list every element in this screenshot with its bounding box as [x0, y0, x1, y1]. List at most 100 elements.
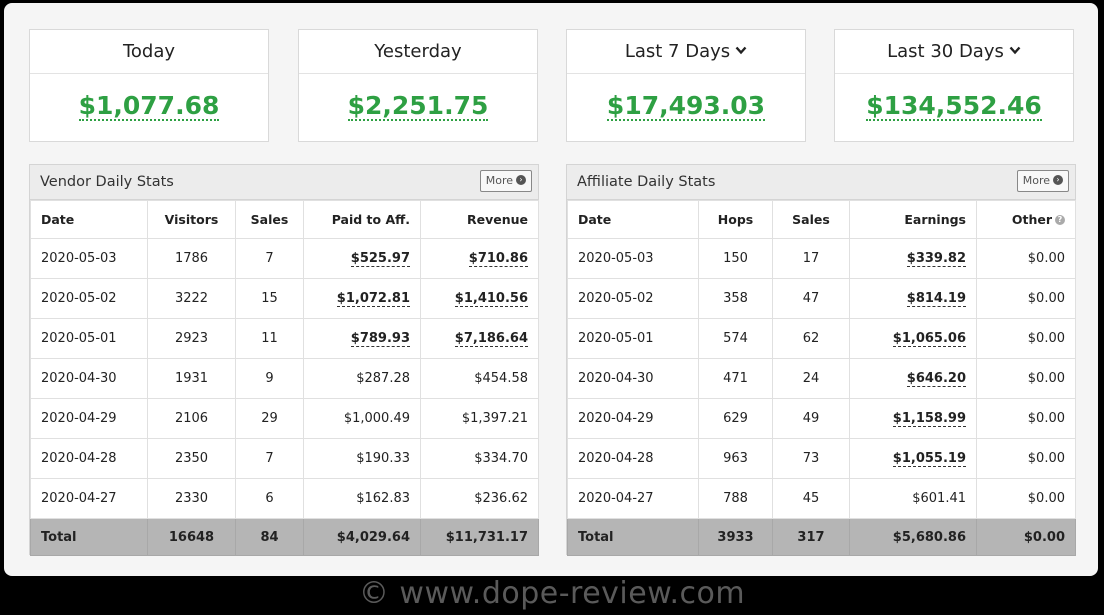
table-cell: $1,158.99	[849, 398, 977, 439]
table-row: 2020-04-30 1931 9 $287.28 $454.58	[30, 358, 539, 399]
table-cell: 9	[235, 358, 304, 399]
affiliate-stats-table: Date Hops Sales Earnings Other? 2020-05-03 15…	[567, 200, 1076, 556]
card-value[interactable]: $17,493.03	[606, 93, 766, 121]
card-label-dropdown[interactable]: Last 7 Days	[567, 30, 805, 74]
amount-link[interactable]: $7,186.64	[454, 331, 528, 347]
table-row: 2020-04-30 471 24 $646.20 $0.00	[567, 358, 1076, 399]
table-row: 2020-05-03 150 17 $339.82 $0.00	[567, 238, 1076, 279]
table-cell: $0.00	[976, 358, 1076, 399]
table-cell: 73	[772, 438, 850, 479]
table-cell: 29	[235, 398, 304, 439]
amount-link[interactable]: $789.93	[350, 331, 410, 347]
chevron-down-icon[interactable]	[735, 46, 747, 55]
amount-link[interactable]: $525.97	[350, 251, 410, 267]
table-cell: 2020-04-28	[30, 438, 148, 479]
table-cell: 358	[698, 278, 773, 319]
column-header: Earnings	[849, 200, 977, 239]
table-cell: $7,186.64	[420, 318, 539, 359]
table-cell: 7	[235, 238, 304, 279]
total-cell: 3933	[698, 518, 773, 556]
table-cell: $814.19	[849, 278, 977, 319]
table-cell: $1,072.81	[303, 278, 421, 319]
table-cell: 2020-05-02	[30, 278, 148, 319]
amount-link[interactable]: $1,410.56	[454, 291, 528, 307]
table-row: 2020-04-27 2330 6 $162.83 $236.62	[30, 478, 539, 519]
amount-link[interactable]: $1,065.06	[892, 331, 966, 347]
table-row: 2020-04-29 629 49 $1,158.99 $0.00	[567, 398, 1076, 439]
table-cell: $334.70	[420, 438, 539, 479]
card-label-dropdown[interactable]: Last 30 Days	[835, 30, 1073, 74]
vendor-daily-stats-panel: Vendor Daily Stats More › Date Visitors Sal…	[29, 164, 539, 556]
total-cell: Total	[567, 518, 699, 556]
table-cell: 2020-05-01	[567, 318, 699, 359]
help-icon[interactable]: ?	[1055, 214, 1065, 225]
total-row: Total 3933 317 $5,680.86 $0.00	[567, 518, 1076, 556]
affiliate-daily-stats-panel: Affiliate Daily Stats More › Date Hops Sale…	[566, 164, 1076, 556]
table-cell: $190.33	[303, 438, 421, 479]
column-header: Sales	[772, 200, 850, 239]
amount-link[interactable]: $1,072.81	[336, 291, 410, 307]
table-row: 2020-04-29 2106 29 $1,000.49 $1,397.21	[30, 398, 539, 439]
amount-link[interactable]: $339.82	[906, 251, 966, 267]
table-cell: 1931	[147, 358, 236, 399]
table-cell: 2020-05-03	[30, 238, 148, 279]
table-cell: $0.00	[976, 318, 1076, 359]
card-value[interactable]: $134,552.46	[866, 93, 1042, 121]
table-cell: 2106	[147, 398, 236, 439]
table-cell: 2330	[147, 478, 236, 519]
card-label: Today	[30, 30, 268, 74]
table-cell: 471	[698, 358, 773, 399]
table-row: 2020-04-28 2350 7 $190.33 $334.70	[30, 438, 539, 479]
table-cell: 574	[698, 318, 773, 359]
table-cell: 2020-04-30	[567, 358, 699, 399]
table-cell: $0.00	[976, 398, 1076, 439]
summary-card-yesterday[interactable]: Yesterday $2,251.75	[298, 29, 538, 142]
table-cell: $525.97	[303, 238, 421, 279]
vendor-more-button[interactable]: More ›	[479, 170, 532, 192]
table-cell: $1,065.06	[849, 318, 977, 359]
column-header: Date	[567, 200, 699, 239]
total-cell: 84	[235, 518, 304, 556]
column-header: Sales	[235, 200, 304, 239]
card-label: Yesterday	[299, 30, 537, 74]
total-row: Total 16648 84 $4,029.64 $11,731.17	[30, 518, 539, 556]
arrow-right-icon: ›	[1053, 175, 1063, 185]
total-cell: $5,680.86	[849, 518, 977, 556]
column-header: Date	[30, 200, 148, 239]
amount-link[interactable]: $814.19	[906, 291, 966, 307]
table-cell: 629	[698, 398, 773, 439]
amount-link[interactable]: $646.20	[906, 371, 966, 387]
table-cell: $236.62	[420, 478, 539, 519]
total-cell: $0.00	[976, 518, 1076, 556]
table-cell: $0.00	[976, 278, 1076, 319]
table-cell: $0.00	[976, 238, 1076, 279]
amount-link[interactable]: $710.86	[468, 251, 528, 267]
column-header: Revenue	[420, 200, 539, 239]
affiliate-more-button[interactable]: More ›	[1016, 170, 1069, 192]
summary-card-today[interactable]: Today $1,077.68	[29, 29, 269, 142]
summary-card-last-30-days[interactable]: Last 30 Days $134,552.46	[834, 29, 1074, 142]
arrow-right-icon: ›	[516, 175, 526, 185]
table-row: 2020-04-28 963 73 $1,055.19 $0.00	[567, 438, 1076, 479]
total-cell: 317	[772, 518, 850, 556]
table-row: 2020-04-27 788 45 $601.41 $0.00	[567, 478, 1076, 519]
amount-link[interactable]: $1,158.99	[892, 411, 966, 427]
chevron-down-icon[interactable]	[1009, 46, 1021, 55]
table-cell: $1,000.49	[303, 398, 421, 439]
table-cell: 2020-04-27	[30, 478, 148, 519]
card-value[interactable]: $2,251.75	[347, 93, 489, 121]
table-cell: 2020-05-03	[567, 238, 699, 279]
summary-card-last-7-days[interactable]: Last 7 Days $17,493.03	[566, 29, 806, 142]
table-cell: $162.83	[303, 478, 421, 519]
table-cell: $339.82	[849, 238, 977, 279]
total-cell: $4,029.64	[303, 518, 421, 556]
amount-link[interactable]: $1,055.19	[892, 451, 966, 467]
table-row: 2020-05-03 1786 7 $525.97 $710.86	[30, 238, 539, 279]
watermark: © www.dope-review.com	[358, 576, 746, 611]
table-cell: 2020-04-28	[567, 438, 699, 479]
table-cell: $1,055.19	[849, 438, 977, 479]
table-cell: $0.00	[976, 438, 1076, 479]
table-cell: 62	[772, 318, 850, 359]
card-value[interactable]: $1,077.68	[78, 93, 220, 121]
panel-title: Affiliate Daily Stats More ›	[567, 165, 1075, 200]
